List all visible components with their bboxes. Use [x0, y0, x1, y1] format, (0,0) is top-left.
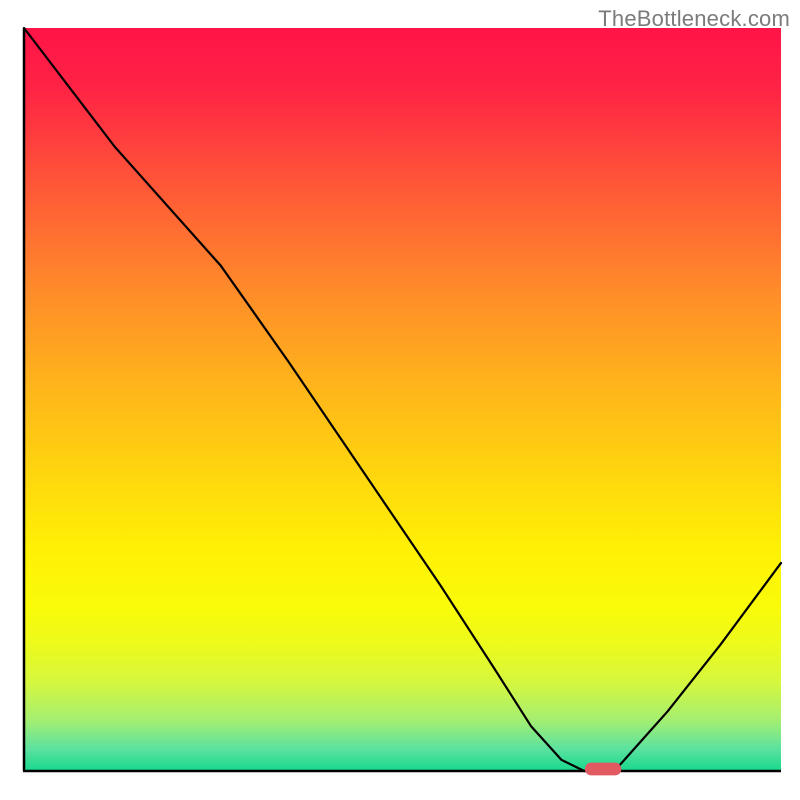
- chart-container: TheBottleneck.com: [0, 0, 800, 800]
- plot-background: [24, 28, 781, 771]
- watermark-text: TheBottleneck.com: [598, 6, 790, 32]
- optimal-marker: [585, 763, 621, 776]
- bottleneck-chart: [0, 0, 800, 800]
